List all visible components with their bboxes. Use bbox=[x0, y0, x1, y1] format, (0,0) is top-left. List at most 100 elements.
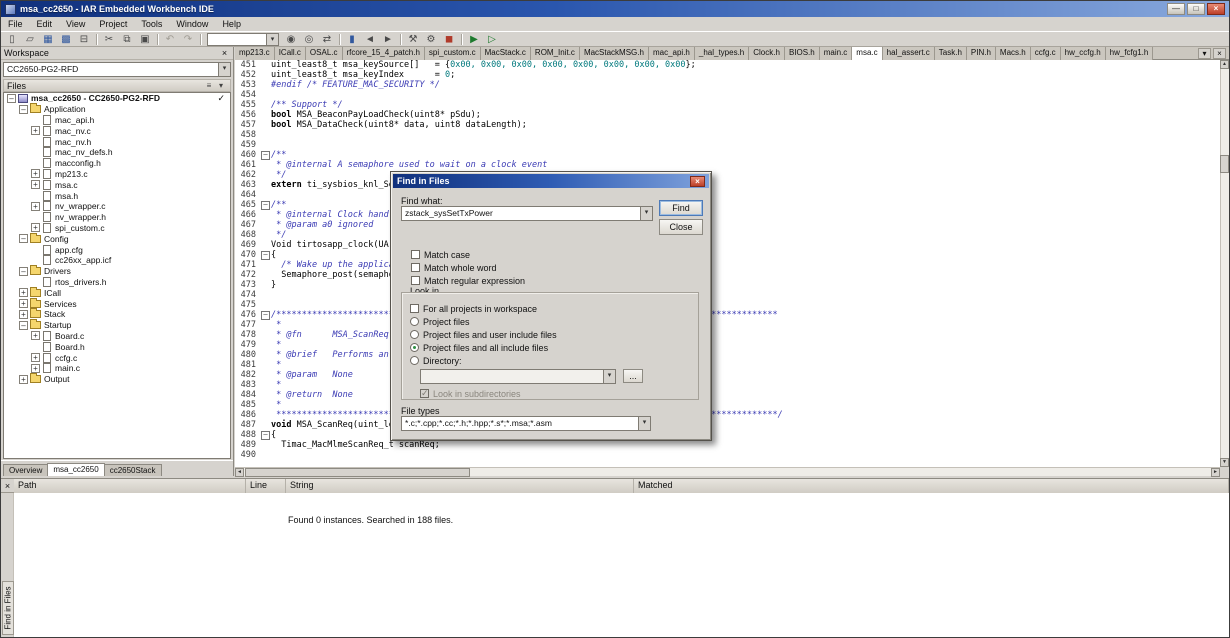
next-bookmark-icon[interactable]: ► bbox=[380, 33, 396, 46]
horizontal-scrollbar[interactable]: ◄ ► bbox=[235, 467, 1220, 477]
tree-item-nv-wrapper-h[interactable]: nv_wrapper.h bbox=[4, 212, 230, 223]
directory-combo[interactable]: ▾ bbox=[420, 369, 616, 384]
find-in-files-side-tab[interactable]: Find in Files bbox=[2, 581, 14, 635]
find-next-icon[interactable]: ◎ bbox=[301, 33, 317, 46]
results-column-path[interactable]: Path bbox=[14, 478, 246, 493]
editor-tab-macstackmsg-h[interactable]: MacStackMSG.h bbox=[579, 46, 649, 60]
editor-tab-main-c[interactable]: main.c bbox=[819, 46, 853, 60]
workspace-tab-cc2650stack[interactable]: cc2650Stack bbox=[103, 464, 162, 476]
copy-icon[interactable]: ⧉ bbox=[119, 33, 135, 46]
tree-item-nv-wrapper-c[interactable]: + nv_wrapper.c bbox=[4, 201, 230, 212]
expand-icon[interactable]: + bbox=[19, 374, 28, 384]
redo-icon[interactable]: ↷ bbox=[180, 33, 196, 46]
menu-tools[interactable]: Tools bbox=[134, 18, 169, 30]
editor-tab-hw-ccfg-h[interactable]: hw_ccfg.h bbox=[1060, 46, 1106, 60]
fold-collapse-icon[interactable] bbox=[259, 310, 271, 320]
tree-item-app-cfg[interactable]: app.cfg bbox=[4, 244, 230, 255]
radio-project-files-and-all-include-files[interactable]: Project files and all include files bbox=[410, 341, 557, 354]
chevron-down-icon[interactable]: ▾ bbox=[638, 417, 650, 430]
editor-tab-hw-fcfg1-h[interactable]: hw_fcfg1.h bbox=[1105, 46, 1154, 60]
scroll-up-icon[interactable]: ▲ bbox=[1220, 60, 1229, 69]
chevron-down-icon[interactable]: ▾ bbox=[266, 33, 278, 45]
expand-icon[interactable]: + bbox=[31, 353, 40, 363]
expand-icon[interactable]: + bbox=[31, 126, 40, 136]
dialog-close-icon[interactable]: × bbox=[690, 175, 705, 187]
undo-icon[interactable]: ↶ bbox=[162, 33, 178, 46]
editor-tab-rfcore-15-4-patch-h[interactable]: rfcore_15_4_patch.h bbox=[342, 46, 425, 60]
menu-file[interactable]: File bbox=[1, 18, 30, 30]
tree-item-macconfig-h[interactable]: macconfig.h bbox=[4, 158, 230, 169]
browse-button[interactable]: ... bbox=[623, 369, 643, 383]
vertical-scroll-thumb[interactable] bbox=[1220, 155, 1229, 173]
compile-icon[interactable]: ⚙ bbox=[423, 33, 439, 46]
editor-tab-task-h[interactable]: Task.h bbox=[934, 46, 967, 60]
find-button[interactable]: Find bbox=[659, 200, 703, 216]
checkbox-for-all-projects-in-workspace[interactable]: For all projects in workspace bbox=[410, 302, 557, 315]
configuration-selector[interactable]: CC2650-PG2-RFD ▾ bbox=[3, 62, 231, 77]
tree-item-spi-custom-c[interactable]: + spi_custom.c bbox=[4, 222, 230, 234]
editor-tab-pin-h[interactable]: PIN.h bbox=[966, 46, 996, 60]
stop-build-icon[interactable]: ◼ bbox=[441, 33, 457, 46]
tree-item-icall[interactable]: + ICall bbox=[4, 286, 230, 298]
tree-item-board-h[interactable]: Board.h bbox=[4, 341, 230, 352]
print-icon[interactable]: ⊟ bbox=[76, 33, 92, 46]
maximize-button[interactable]: □ bbox=[1187, 3, 1205, 15]
results-column-matched[interactable]: Matched bbox=[634, 478, 1229, 493]
editor-tab-hal-types-h[interactable]: _hal_types.h bbox=[694, 46, 750, 60]
horizontal-scroll-thumb[interactable] bbox=[245, 468, 470, 477]
expand-icon[interactable]: + bbox=[19, 299, 28, 309]
results-column-string[interactable]: String bbox=[286, 478, 634, 493]
expand-icon[interactable]: + bbox=[31, 169, 40, 179]
menu-help[interactable]: Help bbox=[215, 18, 248, 30]
find-what-combo[interactable]: zstack_sysSetTxPower ▾ bbox=[401, 206, 653, 221]
cut-icon[interactable]: ✂ bbox=[101, 33, 117, 46]
checkbox-match-case[interactable]: Match case bbox=[411, 248, 525, 261]
editor-tab-clock-h[interactable]: Clock.h bbox=[749, 46, 785, 60]
expand-icon[interactable]: + bbox=[31, 223, 40, 233]
tree-item-mac-nv-c[interactable]: + mac_nv.c bbox=[4, 125, 230, 136]
radio-project-files[interactable]: Project files bbox=[410, 315, 557, 328]
menu-view[interactable]: View bbox=[59, 18, 92, 30]
fold-collapse-icon[interactable] bbox=[259, 250, 271, 260]
editor-tab-macstack-c[interactable]: MacStack.c bbox=[480, 46, 531, 60]
collapse-icon[interactable]: – bbox=[19, 234, 28, 244]
fold-collapse-icon[interactable] bbox=[259, 150, 271, 160]
close-button[interactable]: × bbox=[1207, 3, 1225, 15]
new-document-icon[interactable]: ▯ bbox=[4, 33, 20, 46]
tree-item-mac-api-h[interactable]: mac_api.h bbox=[4, 114, 230, 126]
tree-item-cc26xx-app-icf[interactable]: cc26xx_app.icf bbox=[4, 255, 230, 266]
tree-item-startup[interactable]: – Startup bbox=[4, 319, 230, 331]
expand-icon[interactable]: + bbox=[31, 180, 40, 190]
menu-window[interactable]: Window bbox=[169, 18, 215, 30]
editor-tab-hal-assert-c[interactable]: hal_assert.c bbox=[882, 46, 935, 60]
debug-without-downloading-icon[interactable]: ▷ bbox=[484, 33, 500, 46]
tree-item-config[interactable]: – Config bbox=[4, 232, 230, 244]
workspace-close-icon[interactable]: × bbox=[219, 48, 230, 59]
tree-item-stack[interactable]: + Stack bbox=[4, 308, 230, 320]
tree-item-main-c[interactable]: + main.c bbox=[4, 363, 230, 374]
editor-tab-rom-init-c[interactable]: ROM_Init.c bbox=[530, 46, 580, 60]
dialog-close-button[interactable]: Close bbox=[659, 219, 703, 235]
results-column-line[interactable]: Line bbox=[246, 478, 286, 493]
editor-tab-macs-h[interactable]: Macs.h bbox=[995, 46, 1031, 60]
radio-directory[interactable]: Directory: bbox=[410, 354, 557, 367]
scroll-right-icon[interactable]: ► bbox=[1211, 468, 1220, 477]
checkbox-look-in-subdirectories[interactable]: Look in subdirectories bbox=[420, 387, 521, 400]
tree-item-msa-c[interactable]: + msa.c bbox=[4, 179, 230, 190]
editor-tab-spi-custom-c[interactable]: spi_custom.c bbox=[424, 46, 481, 60]
code-editor[interactable]: 451 uint_least8_t msa_keySource[] = {0x00… bbox=[235, 60, 1220, 467]
download-and-debug-icon[interactable]: ▶ bbox=[466, 33, 482, 46]
make-icon[interactable]: ⚒ bbox=[405, 33, 421, 46]
chevron-down-icon[interactable]: ▾ bbox=[218, 63, 230, 76]
tree-item-board-c[interactable]: + Board.c bbox=[4, 330, 230, 342]
expand-icon[interactable]: + bbox=[31, 331, 40, 341]
previous-bookmark-icon[interactable]: ◄ bbox=[362, 33, 378, 46]
scroll-down-icon[interactable]: ▼ bbox=[1220, 458, 1229, 467]
workspace-tab-msa-cc2650[interactable]: msa_cc2650 bbox=[47, 463, 105, 476]
replace-icon[interactable]: ⇄ bbox=[319, 33, 335, 46]
editor-tab-bios-h[interactable]: BIOS.h bbox=[784, 46, 820, 60]
paste-icon[interactable]: ▣ bbox=[137, 33, 153, 46]
expand-icon[interactable]: + bbox=[19, 309, 28, 319]
results-close-icon[interactable]: × bbox=[1, 480, 14, 492]
save-icon[interactable]: ▦ bbox=[40, 33, 56, 46]
